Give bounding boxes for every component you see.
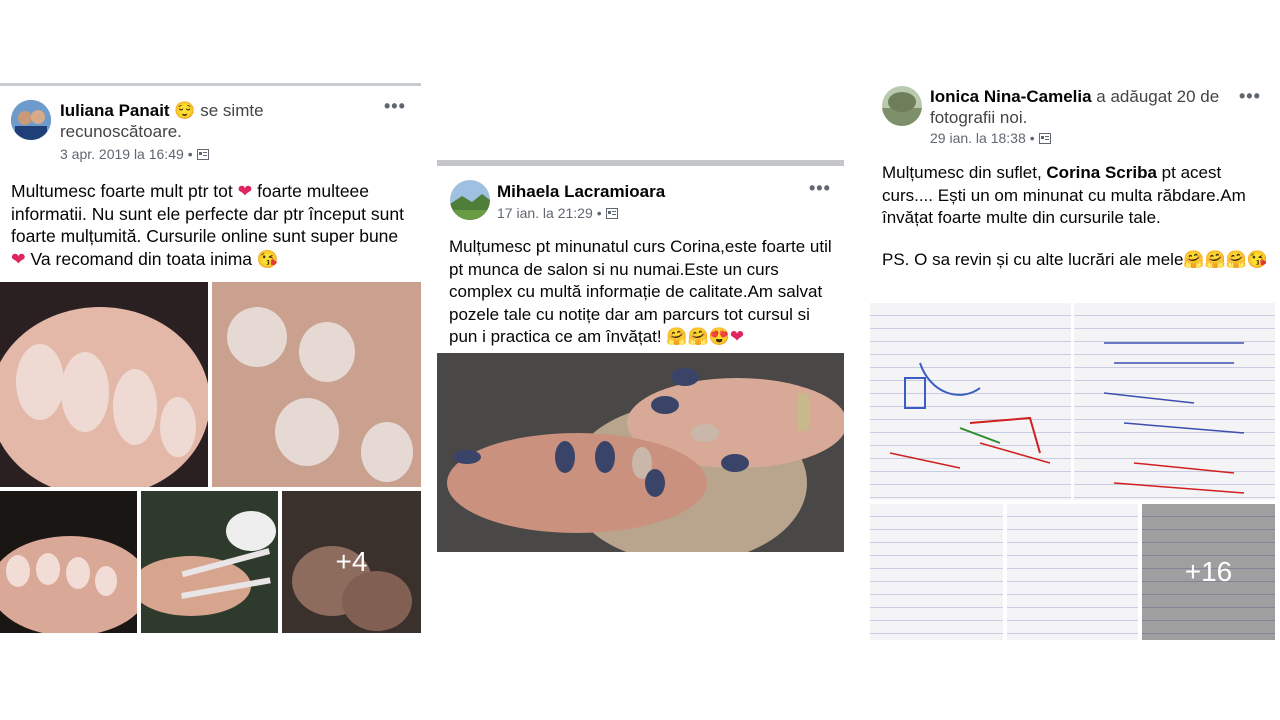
post-ps-text: PS. O sa revin și cu alte lucrări ale me…: [882, 249, 1270, 272]
photo-notebook-2[interactable]: [1074, 303, 1275, 500]
heart-emoji: ❤: [11, 248, 26, 269]
photo-nails-1[interactable]: [0, 282, 208, 487]
more-options-button[interactable]: •••: [1239, 86, 1261, 107]
more-options-button[interactable]: •••: [384, 96, 406, 117]
more-photos-count: +4: [282, 491, 421, 633]
audience-icon: [605, 207, 618, 219]
heart-emoji: ❤: [237, 181, 253, 201]
post-meta: 17 ian. la 21:29 •: [497, 205, 618, 221]
card-divider: [437, 160, 844, 166]
avatar[interactable]: [11, 100, 51, 140]
audience-icon: [1038, 132, 1051, 144]
post-card-1: Iuliana Panait 😌 se simte recunoscătoare…: [0, 83, 421, 633]
post-text: Multumesc foarte mult ptr tot ❤ foarte m…: [11, 180, 413, 270]
photo-nails-2[interactable]: [212, 282, 421, 487]
photo-notebook-3[interactable]: [870, 504, 1003, 640]
post-text-part: Mulțumesc din suflet,: [882, 163, 1047, 182]
ps-text: PS. O sa revin și cu alte lucrări ale me…: [882, 250, 1184, 269]
post-meta: 29 ian. la 18:38 •: [930, 130, 1051, 146]
post-text: Mulțumesc din suflet, Corina Scriba pt a…: [882, 162, 1270, 230]
post-header: Iuliana Panait 😌 se simte recunoscătoare…: [60, 100, 360, 142]
photo-more[interactable]: +4: [282, 491, 421, 633]
timestamp[interactable]: 3 apr. 2019 la 16:49: [60, 146, 184, 162]
post-text-part: Va recomand din toata inima: [25, 248, 257, 269]
photo-nails-3[interactable]: [0, 491, 137, 633]
photo-manicure[interactable]: [437, 353, 844, 552]
photo-notebook-1[interactable]: [870, 303, 1071, 500]
author-name[interactable]: Mihaela Lacramioara: [497, 182, 665, 201]
photo-more[interactable]: +16: [1142, 504, 1275, 640]
post-header: Ionica Nina-Camelia a adăugat 20 de foto…: [930, 86, 1230, 128]
meta-separator: •: [596, 205, 602, 221]
post-text: Mulțumesc pt minunatul curs Corina,este …: [449, 236, 841, 349]
more-options-button[interactable]: •••: [809, 178, 831, 199]
post-meta: 3 apr. 2019 la 16:49 •: [60, 146, 209, 162]
card-divider: [0, 83, 421, 86]
emoji-group: 🤗🤗😍: [666, 327, 730, 346]
mention-link[interactable]: Corina Scriba: [1046, 163, 1157, 182]
meta-separator: •: [1029, 130, 1035, 146]
emoji-group: 🤗🤗🤗: [1183, 250, 1247, 269]
post-card-3: Ionica Nina-Camelia a adăugat 20 de foto…: [870, 80, 1275, 640]
avatar[interactable]: [450, 180, 490, 220]
post-text-part: Mulțumesc pt minunatul curs Corina,este …: [449, 237, 832, 346]
author-name[interactable]: Ionica Nina-Camelia: [930, 87, 1092, 106]
kiss-emoji: 😘: [256, 248, 279, 269]
timestamp[interactable]: 17 ian. la 21:29: [497, 205, 593, 221]
post-card-2: Mihaela Lacramioara 17 ian. la 21:29 • •…: [437, 160, 844, 552]
more-photos-count: +16: [1142, 504, 1275, 640]
photo-notebook-4[interactable]: [1007, 504, 1138, 640]
kiss-emoji: 😘: [1246, 250, 1269, 269]
audience-icon: [196, 148, 209, 160]
meta-separator: •: [187, 146, 193, 162]
post-header: Mihaela Lacramioara: [497, 181, 665, 202]
feeling-emoji: 😌: [174, 101, 196, 120]
photo-nails-4[interactable]: [141, 491, 278, 633]
author-name[interactable]: Iuliana Panait: [60, 101, 170, 120]
post-text-part: Multumesc foarte mult ptr tot: [11, 181, 238, 201]
heart-emoji: ❤: [729, 327, 745, 346]
avatar[interactable]: [882, 86, 922, 126]
timestamp[interactable]: 29 ian. la 18:38: [930, 130, 1026, 146]
